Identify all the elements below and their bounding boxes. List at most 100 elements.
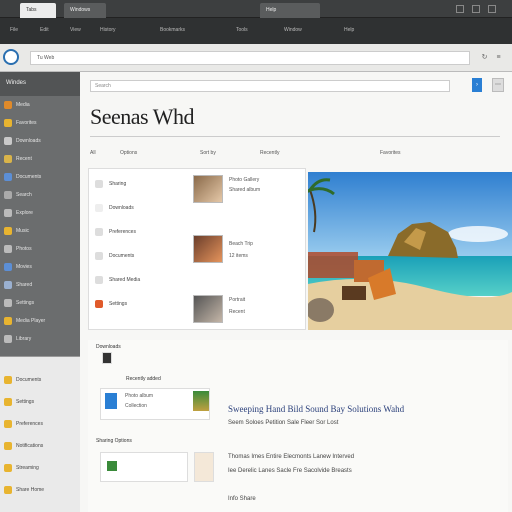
item-icon[interactable] [102,352,112,364]
filter-all[interactable]: All [90,150,96,156]
browser-logo-icon[interactable] [3,49,19,65]
thumbnail-2-sub: 12 items [229,253,248,259]
tab-3[interactable]: Help [260,3,320,18]
sidebar-item-1[interactable]: Favorites [0,116,80,130]
sharing-header: Sharing Options [96,438,132,444]
item-icon [4,317,12,325]
filter-bar: All Options Sort by Recently Favorites [90,150,505,160]
menu-view[interactable]: View [70,27,81,33]
item-icon [4,299,12,307]
menu-file[interactable]: File [10,27,18,33]
thumbnail-3-title: Portrait [229,297,246,303]
go-button[interactable]: › [472,78,482,92]
thumbnail-1-title: Photo Gallery [229,177,260,183]
filter-favorites[interactable]: Favorites [380,150,401,156]
sidebar-item-3[interactable]: Recent [0,152,80,166]
sidebar-lower-item-0[interactable]: Documents [0,373,80,387]
menu-tools[interactable]: Tools [236,27,248,33]
minimize-icon[interactable] [456,5,464,13]
address-bar: Tu Web ↻ ≡ [0,44,512,72]
doc-icon [105,393,117,409]
sidebar-lower-item-label: Documents [16,377,42,383]
info-line-1: Thomas Imes Entire Elecmonts Lanew Inter… [228,454,355,460]
item-card-2[interactable] [100,452,188,482]
item-icon [95,300,103,308]
thumbnail-3-sub: Recent [229,309,245,315]
media-thumb [193,391,209,411]
thumbnail-2[interactable] [193,235,223,263]
sidebar-item-7[interactable]: Music [0,224,80,238]
sidebar-item-5[interactable]: Search [0,188,80,202]
sidebar-item-8[interactable]: Photos [0,242,80,256]
search-input[interactable]: Search [90,80,450,92]
sidebar-lower-item-1[interactable]: Settings [0,395,80,409]
item-icon [4,173,12,181]
sidebar-item-13[interactable]: Library [0,332,80,346]
sidebar-item-9[interactable]: Movies [0,260,80,274]
section-subheader: Recently added [126,376,161,382]
sidebar-lower-item-label: Share Home [16,487,45,493]
menu-icon[interactable]: ≡ [494,53,503,62]
thumbnail-2-title: Beach Trip [229,241,253,247]
sidebar-item-label: Search [16,192,32,198]
filter-recent[interactable]: Recently [260,150,279,156]
sidebar-item-label: Documents [16,174,42,180]
refresh-icon[interactable]: ↻ [480,53,489,62]
sidebar-item-6[interactable]: Explore [0,206,80,220]
sidebar-item-label: Music [16,228,30,234]
tab-2[interactable]: Windows [64,3,106,18]
close-icon[interactable] [488,5,496,13]
item-icon [4,376,12,384]
doc-thumb[interactable] [194,452,214,482]
sidebar-item-label: Downloads [16,138,41,144]
row-item-label: Shared Media [109,277,141,283]
card1-line2: Collection [125,403,147,409]
item-icon [4,101,12,109]
section-header: Downloads [96,344,121,350]
options-button[interactable]: ⋯ [492,78,504,92]
sidebar-lower-item-4[interactable]: Streaming [0,461,80,475]
info-line-2: Iee Derelic Lanes Sacle Fre Sacolvide Br… [228,468,352,474]
sidebar-item-0[interactable]: Media [0,98,80,112]
sidebar-item-2[interactable]: Downloads [0,134,80,148]
maximize-icon[interactable] [472,5,480,13]
item-icon [4,263,12,271]
item-icon [4,420,12,428]
menu-help[interactable]: Help [344,27,354,33]
row-item-1[interactable]: Downloads [89,201,307,215]
filter-options[interactable]: Options [120,150,137,156]
menu-bar: File Edit View History Bookmarks Tools W… [0,18,512,44]
sidebar-lower-item-label: Settings [16,399,35,405]
sidebar-item-12[interactable]: Media Player [0,314,80,328]
row-item-4[interactable]: Shared Media [89,273,307,287]
beach-photo[interactable] [308,172,512,330]
menu-history[interactable]: History [100,27,116,33]
file-panel: Sharing Downloads Preferences Documents Shar… [88,168,306,330]
item-card-1[interactable]: Photo album Collection [100,388,210,420]
sidebar-lower-item-3[interactable]: Notifications [0,439,80,453]
sidebar-item-label: Movies [16,264,32,270]
sidebar-item-11[interactable]: Settings [0,296,80,310]
menu-bookmarks[interactable]: Bookmarks [160,27,185,33]
url-field[interactable]: Tu Web [30,51,470,65]
filter-sort[interactable]: Sort by [200,150,216,156]
item-icon [4,442,12,450]
menu-window[interactable]: Window [284,27,302,33]
thumbnail-3[interactable] [193,295,223,323]
tab-1[interactable]: Tabs [20,3,56,18]
thumbnail-1[interactable] [193,175,223,203]
menu-edit[interactable]: Edit [40,27,49,33]
card1-line1: Photo album [125,393,154,399]
item-icon [4,398,12,406]
item-icon [4,209,12,217]
title-bar: Tabs Windows Help [0,0,512,18]
item-icon [4,227,12,235]
item-icon [4,281,12,289]
row-item-label: Documents [109,253,135,259]
sidebar-item-label: Media [16,102,30,108]
sidebar-title: Windes [0,72,80,96]
sidebar-item-4[interactable]: Documents [0,170,80,184]
sidebar-item-10[interactable]: Shared [0,278,80,292]
sidebar-lower-item-5[interactable]: Share Home [0,483,80,497]
sidebar-lower-item-2[interactable]: Preferences [0,417,80,431]
